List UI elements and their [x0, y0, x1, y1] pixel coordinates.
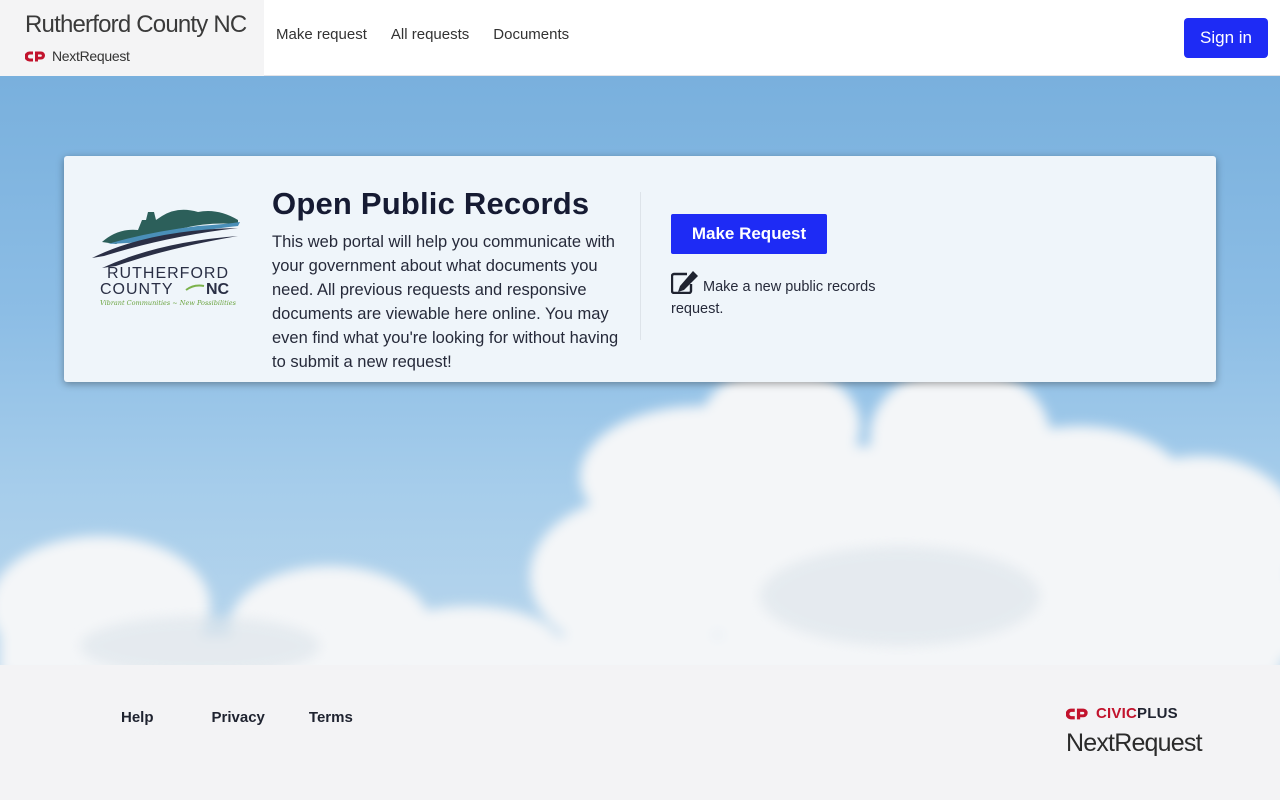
edit-icon — [671, 271, 698, 294]
new-request-hint: Make a new public records request. — [671, 270, 901, 320]
product-name: NextRequest — [52, 48, 130, 64]
footer: Help Privacy Terms CIVICPLUS NextRequest — [0, 665, 1280, 800]
footer-terms-link[interactable]: Terms — [309, 709, 353, 726]
logo-line2: COUNTY — [100, 281, 174, 298]
nav-all-requests[interactable]: All requests — [391, 26, 469, 43]
new-request-text: Make a new public records request. — [671, 279, 876, 317]
make-request-button[interactable]: Make Request — [671, 214, 827, 254]
brand-block[interactable]: Rutherford County NC NextRequest — [0, 0, 264, 76]
svg-text:COUNTY: COUNTY — [100, 281, 174, 298]
footer-privacy-link[interactable]: Privacy — [212, 709, 265, 726]
card-divider — [640, 192, 641, 340]
site-title[interactable]: Rutherford County NC — [25, 11, 247, 39]
logo-line1: RUTHERFORD — [107, 265, 229, 282]
nav-documents[interactable]: Documents — [493, 26, 569, 43]
footer-links: Help Privacy Terms — [121, 709, 353, 726]
brand-plus: PLUS — [1137, 705, 1178, 722]
brand-civic: CIVIC — [1096, 705, 1138, 722]
logo-nc: NC — [206, 281, 230, 298]
nav-make-request[interactable]: Make request — [276, 26, 367, 43]
intro-text: This web portal will help you communicat… — [272, 233, 619, 371]
county-logo: RUTHERFORD COUNTY NC Vibrant Communities… — [92, 209, 240, 307]
main-nav: Make request All requests Documents — [276, 26, 569, 43]
logo-tagline: Vibrant Communities ~ New Possibilities — [100, 299, 237, 307]
cp-logo-icon — [25, 51, 45, 61]
page-title: Open Public Records — [272, 186, 590, 221]
footer-help-link[interactable]: Help — [121, 709, 154, 726]
sign-in-button[interactable]: Sign in — [1184, 18, 1268, 58]
hero-section: RUTHERFORD COUNTY NC Vibrant Communities… — [0, 76, 1280, 665]
footer-product-name: NextRequest — [1066, 729, 1203, 757]
top-header: Rutherford County NC NextRequest Make re… — [0, 0, 1280, 76]
nextrequest-brand: NextRequest — [25, 48, 130, 64]
intro-card: RUTHERFORD COUNTY NC Vibrant Communities… — [64, 156, 1216, 382]
cp-logo-icon — [1066, 708, 1088, 719]
civicplus-logo[interactable]: CIVICPLUS — [1066, 705, 1178, 722]
